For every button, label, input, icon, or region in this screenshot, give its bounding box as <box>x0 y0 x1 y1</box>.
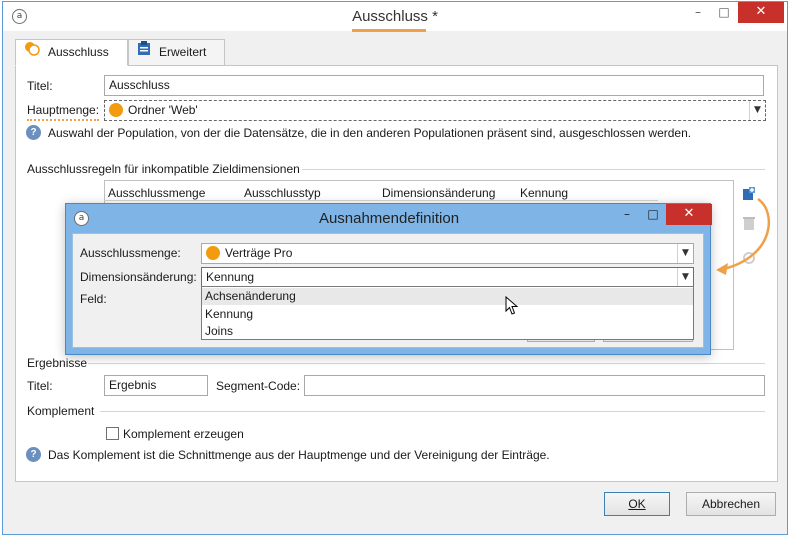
chevron-down-icon[interactable]: ▼ <box>749 101 765 120</box>
ok-label: OK <box>628 497 646 511</box>
dialog-maximize-button[interactable]: □ <box>640 204 666 225</box>
tab-label: Ausschluss <box>48 45 109 59</box>
window-title: Ausschluss * <box>352 8 438 25</box>
grid-header-divider <box>104 200 658 201</box>
main-set-label: Hauptmenge: <box>27 103 100 121</box>
result-title-field[interactable]: Ergebnis <box>104 375 208 396</box>
title-label: Titel: <box>27 79 53 93</box>
results-section-title: Ergebnisse <box>27 356 88 370</box>
segment-code-field[interactable] <box>304 375 765 396</box>
column-header[interactable]: Kennung <box>520 186 568 200</box>
dimension-change-combobox[interactable]: Kennung ▼ <box>201 267 694 288</box>
section-divider <box>302 169 765 170</box>
dimension-change-dropdown: Achsenänderung Kennung Joins <box>201 286 694 340</box>
section-divider <box>100 411 765 412</box>
curved-arrow-icon <box>716 197 771 275</box>
close-button[interactable]: ✕ <box>738 2 784 23</box>
chevron-down-icon[interactable]: ▼ <box>677 268 693 287</box>
dimension-change-label: Dimensionsänderung: <box>80 270 197 284</box>
title-field[interactable]: Ausschluss <box>104 75 764 96</box>
minimize-button[interactable]: – <box>685 2 711 23</box>
tab-ausschluss[interactable]: Ausschluss <box>15 39 128 66</box>
help-icon: ? <box>26 125 41 140</box>
exclusion-set-label: Ausschlussmenge: <box>80 246 181 260</box>
complement-section-title: Komplement <box>27 404 95 418</box>
column-header[interactable]: Ausschlusstyp <box>244 186 321 200</box>
dropdown-option[interactable]: Achsenänderung <box>202 288 693 305</box>
complement-checkbox-label[interactable]: Komplement erzeugen <box>123 427 244 441</box>
section-divider <box>88 363 765 364</box>
set-dot-icon <box>206 246 220 260</box>
complement-checkbox[interactable] <box>106 427 119 440</box>
exclusion-set-combobox[interactable]: Verträge Pro ▼ <box>201 243 694 264</box>
cancel-label: Abbrechen <box>701 497 761 511</box>
title-underline <box>352 29 426 32</box>
dropdown-option[interactable]: Joins <box>205 324 233 338</box>
exclusion-icon <box>24 40 40 65</box>
result-title-label: Titel: <box>27 379 53 393</box>
clipboard-icon <box>137 40 151 65</box>
main-set-value: Ordner 'Web' <box>128 103 198 117</box>
title-bar: a Ausschluss * – □ ✕ <box>3 2 787 32</box>
exclusion-set-value: Verträge Pro <box>225 246 293 260</box>
dialog-minimize-button[interactable]: – <box>614 204 640 225</box>
dimension-change-value: Kennung <box>206 270 255 284</box>
ok-button[interactable]: OK <box>604 492 670 516</box>
tab-erweitert[interactable]: Erweitert <box>128 39 225 66</box>
dropdown-option[interactable]: Kennung <box>205 307 253 321</box>
help-icon: ? <box>26 447 41 462</box>
complement-help-text: Das Komplement ist die Schnittmenge aus … <box>48 448 550 462</box>
segment-code-label: Segment-Code: <box>216 379 301 393</box>
rules-section-title: Ausschlussregeln für inkompatible Zieldi… <box>27 162 300 176</box>
dialog-close-button[interactable]: ✕ <box>666 204 712 225</box>
tab-label: Erweitert <box>159 45 207 59</box>
field-label: Feld: <box>80 292 107 306</box>
column-header[interactable]: Ausschlussmenge <box>108 186 205 200</box>
chevron-down-icon[interactable]: ▼ <box>677 244 693 263</box>
column-header[interactable]: Dimensionsänderung <box>382 186 495 200</box>
main-set-combobox[interactable]: Ordner 'Web' ▼ <box>104 100 766 121</box>
cancel-button[interactable]: Abbrechen <box>686 492 776 516</box>
folder-dot-icon <box>109 103 123 117</box>
mouse-cursor-icon <box>505 296 519 315</box>
main-set-help-text: Auswahl der Population, von der die Date… <box>48 126 692 140</box>
maximize-button[interactable]: □ <box>711 2 737 23</box>
